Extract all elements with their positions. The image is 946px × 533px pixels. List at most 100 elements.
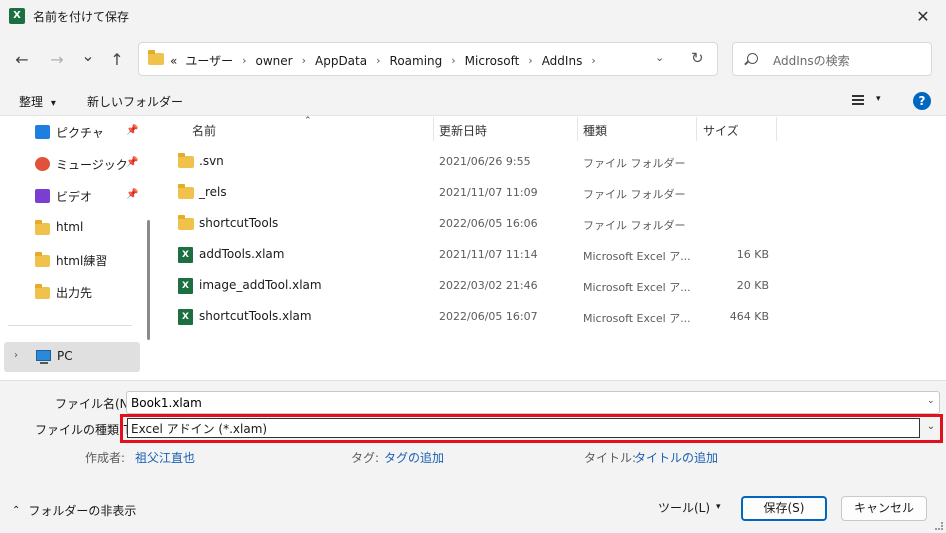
- file-type: ファイル フォルダー: [583, 219, 686, 232]
- view-list-icon[interactable]: [852, 95, 864, 105]
- excel-addin-icon: X: [178, 247, 193, 263]
- breadcrumb-overflow[interactable]: «: [170, 54, 177, 68]
- back-button[interactable]: ←: [11, 48, 33, 70]
- resize-grip[interactable]: [935, 522, 943, 530]
- sort-ascending-icon: ⌃: [304, 116, 312, 126]
- chevron-right-icon[interactable]: ›: [14, 350, 18, 361]
- author-field[interactable]: 祖父江直也: [135, 449, 195, 466]
- hide-folders-label: フォルダーの非表示: [28, 504, 137, 518]
- folder-icon: [178, 215, 194, 230]
- filetype-dropdown-button[interactable]: ⌄: [922, 421, 940, 437]
- address-bar[interactable]: « ユーザー › owner › AppData › Roaming › Mic…: [138, 42, 718, 76]
- sidebar-item-html-practice[interactable]: html練習: [0, 245, 140, 275]
- breadcrumb-separator[interactable]: ›: [451, 54, 455, 67]
- chevron-down-icon: ⌄: [926, 421, 936, 432]
- tags-field[interactable]: タグの追加: [384, 449, 444, 466]
- sidebar-item-label: ビデオ: [56, 190, 93, 204]
- breadcrumb-separator[interactable]: ›: [528, 54, 532, 67]
- folder-icon: [148, 50, 164, 65]
- breadcrumb-roaming[interactable]: Roaming: [390, 54, 443, 68]
- file-row[interactable]: .svn 2021/06/26 9:55 ファイル フォルダー: [156, 146, 946, 177]
- arrow-right-icon: →: [50, 49, 64, 69]
- author-label: 作成者:: [85, 451, 126, 465]
- file-row[interactable]: _rels 2021/11/07 11:09 ファイル フォルダー: [156, 177, 946, 208]
- breadcrumb-appdata[interactable]: AppData: [315, 54, 367, 68]
- arrow-up-icon: ↑: [110, 49, 124, 69]
- column-header-modified[interactable]: 更新日時: [439, 117, 487, 143]
- close-button[interactable]: ✕: [900, 0, 946, 32]
- refresh-button[interactable]: ↻: [691, 49, 704, 67]
- window-title: 名前を付けて保存: [33, 10, 130, 24]
- column-divider[interactable]: [776, 117, 777, 141]
- computer-icon: [36, 350, 51, 364]
- column-divider[interactable]: [577, 117, 578, 141]
- excel-addin-icon: X: [178, 278, 193, 294]
- column-header-type[interactable]: 種類: [583, 117, 607, 143]
- file-row[interactable]: X shortcutTools.xlam 2022/06/05 16:07 Mi…: [156, 301, 946, 332]
- hide-folders-button[interactable]: ⌃ フォルダーの非表示: [12, 502, 136, 519]
- column-header-name[interactable]: 名前: [192, 117, 216, 143]
- search-input[interactable]: AddInsの検索: [732, 42, 932, 76]
- file-name: shortcutTools: [199, 216, 279, 230]
- filetype-select[interactable]: Excel アドイン (*.xlam): [127, 418, 920, 438]
- breadcrumb-separator[interactable]: ›: [302, 54, 306, 67]
- tools-button[interactable]: ツール(L): [658, 499, 710, 516]
- up-button[interactable]: ↑: [106, 48, 128, 70]
- title-field[interactable]: タイトルの追加: [634, 449, 718, 466]
- file-type: Microsoft Excel ア...: [583, 250, 691, 263]
- file-row[interactable]: X image_addTool.xlam 2022/03/02 21:46 Mi…: [156, 270, 946, 301]
- save-button[interactable]: 保存(S): [741, 496, 827, 521]
- title-bar: X 名前を付けて保存 ✕: [0, 0, 946, 32]
- address-dropdown-button[interactable]: ⌄: [655, 51, 664, 64]
- breadcrumb-owner[interactable]: owner: [256, 54, 293, 68]
- help-icon[interactable]: ?: [913, 92, 931, 110]
- file-name: shortcutTools.xlam: [199, 309, 312, 323]
- forward-button[interactable]: →: [46, 48, 68, 70]
- pin-icon: 📌: [126, 125, 139, 136]
- file-size: 464 KB: [729, 310, 769, 323]
- column-divider[interactable]: [433, 117, 434, 141]
- breadcrumb-microsoft[interactable]: Microsoft: [465, 54, 520, 68]
- cancel-button[interactable]: キャンセル: [841, 496, 927, 521]
- chevron-down-icon: ⌄: [927, 396, 935, 406]
- breadcrumb-separator[interactable]: ›: [376, 54, 380, 67]
- tools-dropdown-icon[interactable]: ▾: [716, 502, 721, 512]
- pin-icon: 📌: [126, 157, 139, 168]
- column-header-size[interactable]: サイズ: [703, 117, 739, 143]
- excel-addin-icon: X: [178, 309, 193, 325]
- excel-app-icon: X: [9, 8, 25, 24]
- file-modified: 2021/11/07 11:14: [439, 248, 538, 261]
- new-folder-button[interactable]: 新しいフォルダー: [87, 93, 183, 110]
- sidebar-item-music[interactable]: ミュージック 📌: [0, 149, 140, 179]
- chevron-down-icon: ⌄: [655, 51, 665, 64]
- pin-icon: 📌: [126, 189, 139, 200]
- sidebar-item-output[interactable]: 出力先: [0, 277, 140, 307]
- sidebar-item-label: html: [56, 220, 84, 234]
- file-modified: 2021/06/26 9:55: [439, 155, 531, 168]
- folder-icon: [178, 153, 194, 168]
- sidebar-scrollbar[interactable]: [147, 220, 150, 340]
- breadcrumb-separator[interactable]: ›: [591, 54, 595, 67]
- sidebar-item-pc[interactable]: › PC: [4, 342, 140, 372]
- sidebar-item-html[interactable]: html: [0, 213, 140, 243]
- file-modified: 2022/06/05 16:06: [439, 217, 538, 230]
- organize-button[interactable]: 整理 ▾: [19, 93, 56, 110]
- file-row[interactable]: X addTools.xlam 2021/11/07 11:14 Microso…: [156, 239, 946, 270]
- filename-dropdown-button[interactable]: ⌄: [927, 396, 935, 406]
- recent-locations-button[interactable]: ⌄: [77, 44, 99, 66]
- sidebar-item-pictures[interactable]: ピクチャ 📌: [0, 117, 140, 147]
- breadcrumb-addins[interactable]: AddIns: [542, 54, 583, 68]
- breadcrumb-separator[interactable]: ›: [242, 54, 246, 67]
- music-icon: [35, 157, 50, 171]
- file-size: 16 KB: [736, 248, 769, 261]
- command-bar: 整理 ▾ 新しいフォルダー ▾ ?: [0, 86, 946, 116]
- file-modified: 2021/11/07 11:09: [439, 186, 538, 199]
- breadcrumb-users[interactable]: ユーザー: [185, 52, 233, 69]
- file-modified: 2022/06/05 16:07: [439, 310, 538, 323]
- file-row[interactable]: shortcutTools 2022/06/05 16:06 ファイル フォルダ…: [156, 208, 946, 239]
- sidebar-item-videos[interactable]: ビデオ 📌: [0, 181, 140, 211]
- view-options-button[interactable]: ▾: [876, 94, 881, 104]
- column-divider[interactable]: [696, 117, 697, 141]
- file-name: addTools.xlam: [199, 247, 285, 261]
- filename-input[interactable]: [126, 391, 940, 414]
